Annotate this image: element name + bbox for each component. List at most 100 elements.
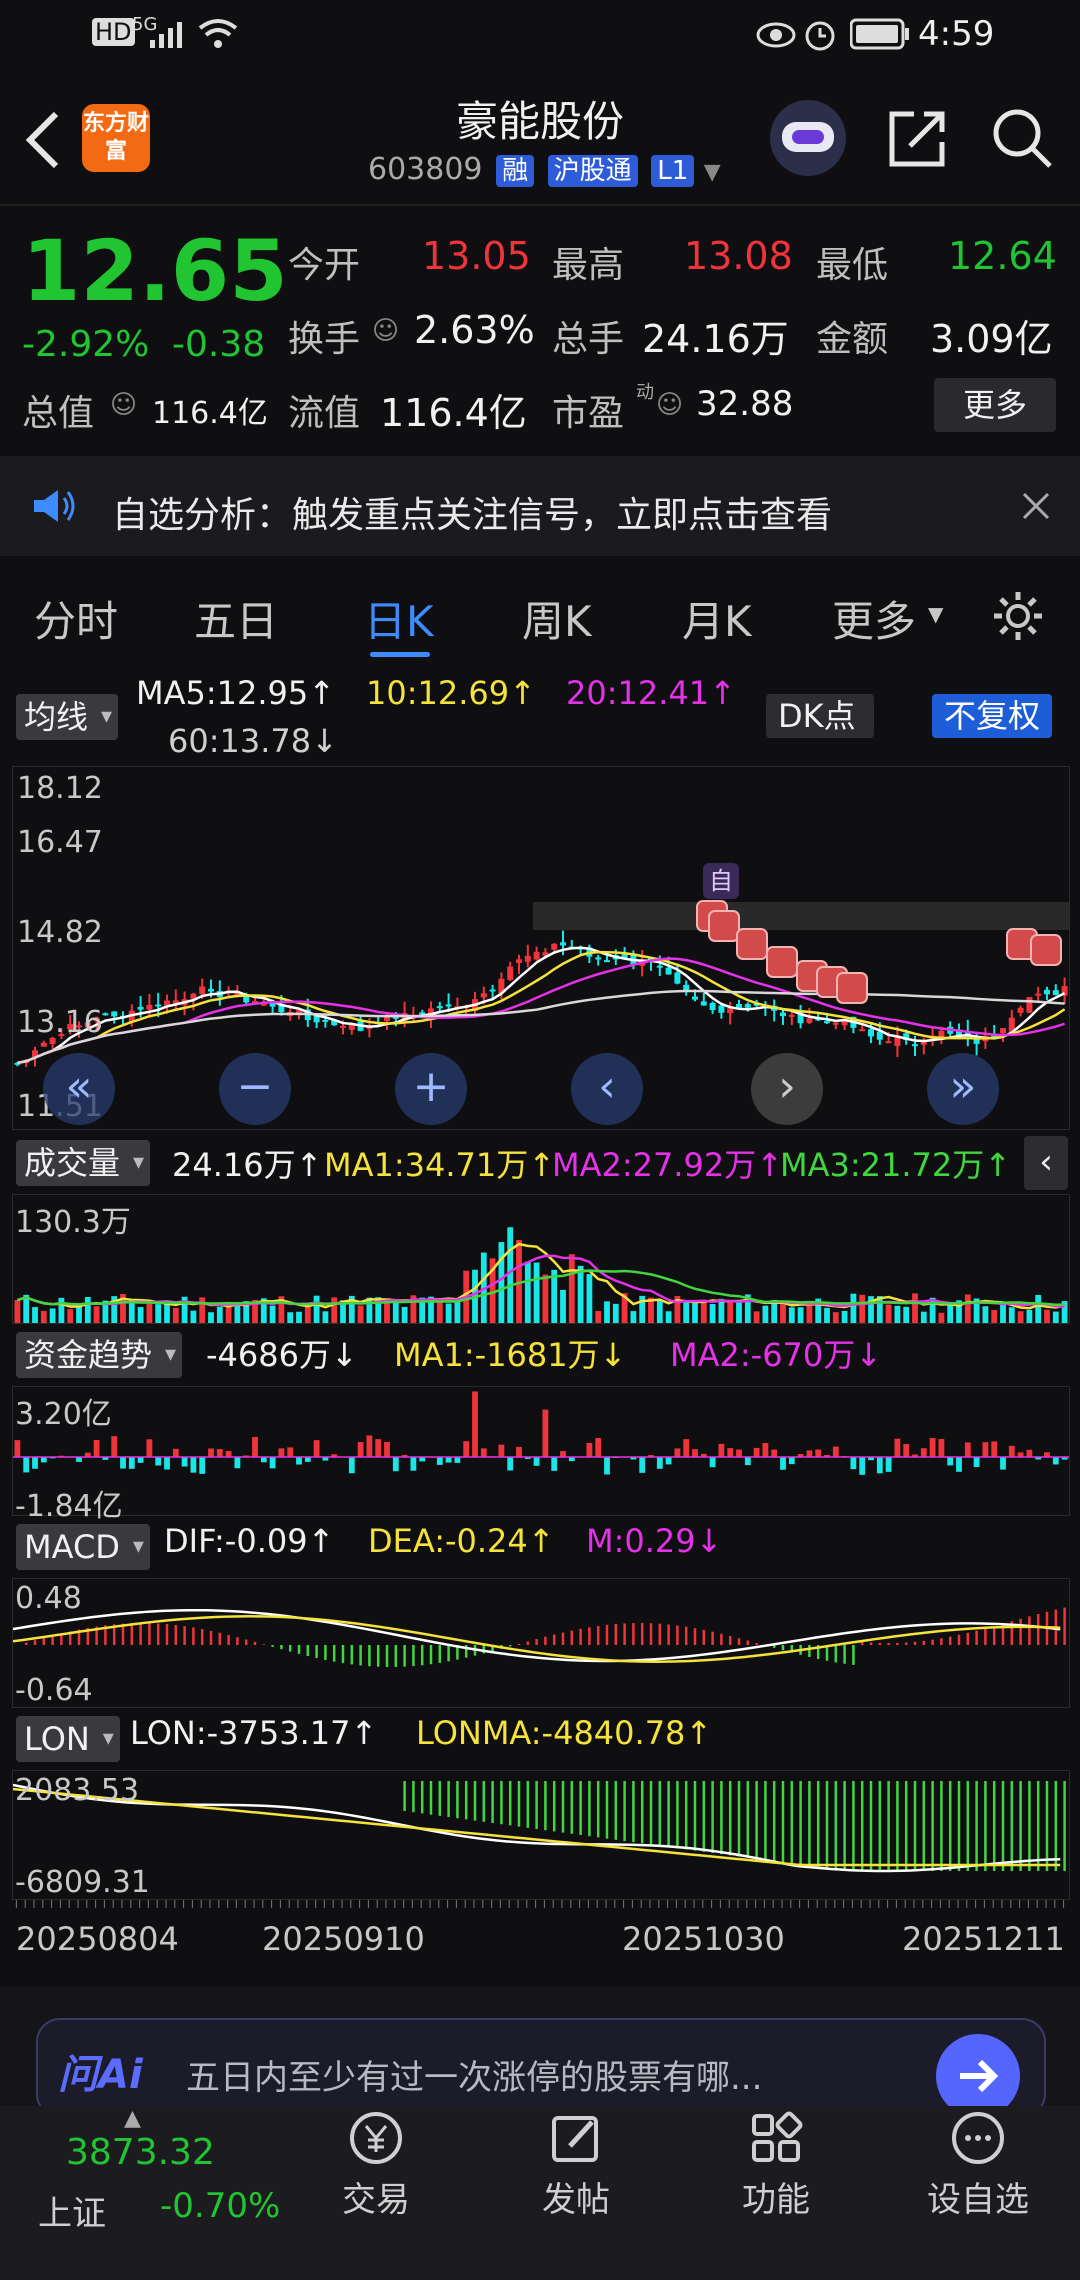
volume-bar (991, 1310, 998, 1323)
ai-input[interactable]: 问Ai 五日内至少有过一次涨停的股票有哪... (36, 2018, 1046, 2118)
fund-bar (542, 1409, 549, 1457)
volume-bar (850, 1293, 857, 1323)
volume-bar (1044, 1309, 1050, 1323)
tab-weekly-k[interactable]: 周K (522, 588, 592, 649)
close-icon[interactable] (1020, 490, 1052, 522)
fund-bar (815, 1449, 822, 1457)
fund-bar (665, 1457, 672, 1465)
index-change: -0.70% (160, 2186, 281, 2226)
collapse-icon[interactable]: ‹ (1024, 1136, 1068, 1190)
candle-body (674, 972, 681, 984)
info-icon[interactable]: ☺ (372, 316, 399, 346)
dk-button[interactable]: DK点 (766, 694, 874, 738)
prev-icon[interactable]: ‹ (571, 1053, 643, 1125)
tab-daily-k[interactable]: 日K (364, 588, 434, 649)
fund-bar (436, 1457, 443, 1465)
eye-icon (756, 22, 796, 48)
hd-icon: HD (92, 18, 135, 46)
fund-bar (155, 1457, 162, 1466)
tab-five-day[interactable]: 五日 (194, 588, 278, 649)
ai-logo: 问Ai (58, 2052, 143, 2098)
fund-bar (1008, 1445, 1015, 1457)
volume-bar (920, 1311, 927, 1323)
volume-value: 24.16万 (642, 317, 789, 361)
volume-bar (40, 1310, 47, 1323)
wifi-icon (198, 19, 238, 48)
tab-more[interactable]: 更多 (832, 588, 916, 649)
index-name: 上证 (38, 2194, 106, 2234)
self-select-tag[interactable]: 自 (703, 863, 739, 899)
candle-body (736, 1004, 742, 1008)
fund-bar (788, 1457, 795, 1465)
float-value: 116.4亿 (380, 391, 527, 435)
chevron-down-icon[interactable]: ▼ (704, 160, 721, 185)
share-icon[interactable] (886, 108, 948, 170)
fund-bar (656, 1457, 663, 1469)
fast-forward-icon[interactable]: » (927, 1053, 999, 1125)
adjust-button[interactable]: 不复权 (932, 694, 1053, 738)
info-icon[interactable]: ☺ (110, 390, 137, 420)
margin-badge: 融 (496, 154, 535, 187)
ma-selector[interactable]: 均线 (16, 694, 119, 740)
volume-bar (806, 1305, 813, 1323)
next-icon[interactable]: › (751, 1053, 823, 1125)
zoom-out-icon[interactable]: − (219, 1053, 291, 1125)
volume-bar (1052, 1311, 1059, 1323)
fund-bar (480, 1448, 487, 1457)
fund-selector[interactable]: 资金趋势 (16, 1332, 183, 1378)
volume-bar (709, 1304, 716, 1323)
ma5-value: MA5:12.95↑ (136, 674, 336, 712)
fund-bar (551, 1457, 558, 1471)
candle-body (1000, 1028, 1006, 1034)
nav-trade[interactable]: 交易 (306, 2110, 446, 2221)
macd-selector[interactable]: MACD (16, 1524, 150, 1570)
volume-bar (788, 1307, 795, 1323)
gear-icon[interactable] (990, 588, 1046, 644)
nav-functions[interactable]: 功能 (706, 2110, 846, 2221)
tab-intraday[interactable]: 分时 (34, 588, 118, 649)
robot-avatar-icon[interactable] (770, 100, 846, 176)
y-label-2: 16.47 (17, 825, 103, 860)
kline-chart[interactable]: 18.12 16.47 14.82 13.16 11.51 自 « − + ‹ … (12, 766, 1070, 1130)
volume-bar (498, 1242, 505, 1323)
fund-bar (172, 1448, 179, 1457)
chevron-up-icon[interactable]: ▲ (124, 2106, 141, 2131)
nav-post[interactable]: 发帖 (506, 2110, 646, 2221)
index-value[interactable]: 3873.32 (66, 2132, 215, 2173)
volume-selector[interactable]: 成交量 (16, 1140, 151, 1186)
fund-bar (956, 1457, 962, 1472)
fund-bar (128, 1457, 135, 1469)
chevron-down-icon: ▼ (928, 602, 944, 626)
volume-bar (401, 1306, 408, 1323)
volume-bar (665, 1311, 672, 1323)
lon-value: LON:-3753.17↑ (130, 1714, 378, 1752)
edit-icon (552, 2116, 598, 2162)
fund-bar (973, 1457, 980, 1467)
fund-bar (472, 1391, 478, 1457)
fund-bar (357, 1442, 364, 1457)
volume-bar (841, 1310, 848, 1323)
search-icon[interactable] (990, 106, 1054, 170)
lon-y-bottom: -6809.31 (15, 1865, 150, 1900)
candle-body (199, 986, 206, 995)
volume-bar (700, 1299, 707, 1323)
notice-bar[interactable]: 自选分析：触发重点关注信号，立即点击查看 (0, 456, 1080, 556)
candle-body (718, 1005, 725, 1013)
nav-trade-label: 交易 (342, 2180, 410, 2220)
candle-body (656, 965, 663, 968)
fast-back-icon[interactable]: « (43, 1053, 115, 1125)
zoom-in-icon[interactable]: + (395, 1053, 467, 1125)
fund-bar (216, 1449, 223, 1457)
tab-monthly-k[interactable]: 月K (682, 588, 752, 649)
y-label-1: 18.12 (17, 771, 103, 806)
candle-body (208, 988, 214, 992)
fund-bar (269, 1457, 276, 1469)
candle-body (102, 1013, 109, 1016)
lon-selector[interactable]: LON (16, 1716, 120, 1762)
nav-add-watchlist[interactable]: 设自选 (908, 2110, 1048, 2221)
more-button[interactable]: 更多 (934, 378, 1056, 432)
lon-canvas (13, 1781, 1066, 1873)
info-icon[interactable]: ☺ (656, 390, 683, 420)
fund-bar (718, 1443, 725, 1457)
fund-bar (260, 1457, 267, 1463)
